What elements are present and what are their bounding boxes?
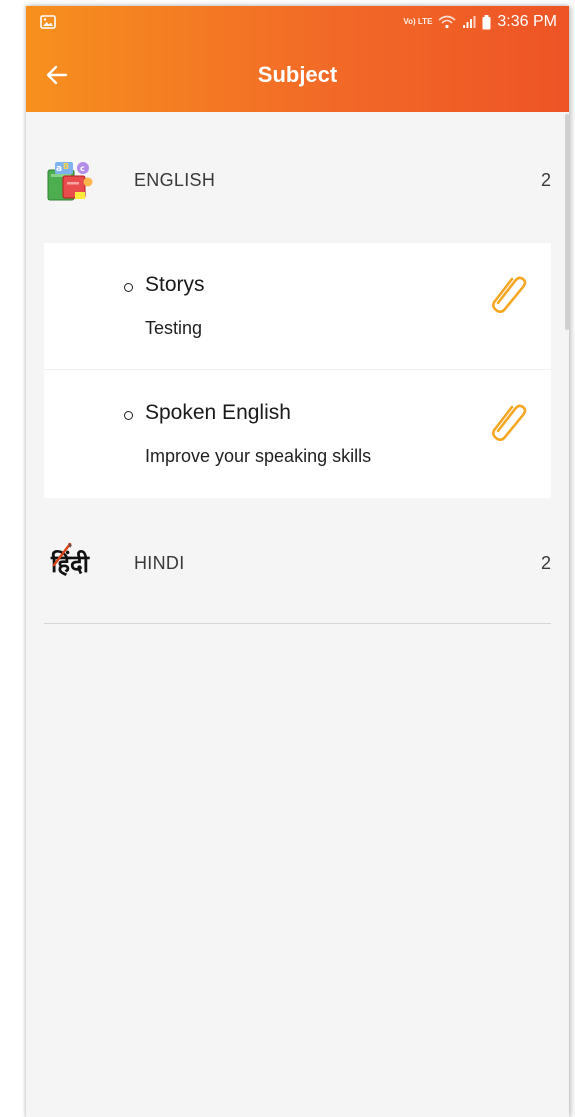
subject-name: ENGLISH	[134, 169, 216, 190]
attachment-icon[interactable]	[488, 397, 528, 441]
bullet-icon	[124, 411, 133, 420]
subject-row-english[interactable]: a B c ENGLISH 2	[44, 144, 551, 216]
books-icon: a B c	[44, 154, 96, 206]
battery-icon	[482, 14, 491, 29]
subject-count: 2	[540, 169, 551, 190]
topic-description: Testing	[145, 318, 203, 338]
subject-count: 2	[540, 552, 551, 573]
topic-description: Improve your speaking skills	[145, 446, 372, 466]
topic-item-storys[interactable]: Storys Testing	[44, 243, 551, 370]
topic-list: Storys Testing Spoken English Improve yo…	[44, 243, 551, 498]
wifi-icon	[438, 15, 456, 29]
brush-mark-icon	[52, 542, 72, 567]
topic-item-spoken-english[interactable]: Spoken English Improve your speaking ski…	[44, 371, 551, 498]
bullet-icon	[124, 283, 133, 292]
subject-name: HINDI	[134, 552, 185, 573]
status-bar: Vo) LTE 3:36 PM	[26, 6, 569, 38]
svg-text:c: c	[80, 164, 85, 173]
divider	[44, 623, 551, 624]
status-left	[40, 15, 56, 29]
scrollbar[interactable]	[565, 114, 569, 330]
status-time: 3:36 PM	[497, 13, 557, 30]
subject-row-hindi[interactable]: हिंदी HINDI 2	[44, 527, 551, 599]
topic-title: Storys	[145, 273, 205, 296]
back-button[interactable]	[42, 60, 72, 90]
status-right: Vo) LTE 3:36 PM	[403, 13, 557, 31]
attachment-icon[interactable]	[488, 269, 528, 313]
back-arrow-icon	[46, 65, 68, 85]
hindi-logo-icon: हिंदी	[44, 537, 96, 589]
topic-title: Spoken English	[145, 401, 291, 424]
app-bar: Subject	[26, 38, 569, 112]
network-label: Vo) LTE	[403, 17, 433, 26]
signal-icon	[463, 16, 476, 28]
device-screen: Vo) LTE 3:36 PM Subject a B c ENGLISH 2 …	[26, 6, 569, 1117]
subject-list: a B c ENGLISH 2 Storys Testing Spoken En…	[26, 112, 569, 1117]
page-title: Subject	[257, 62, 338, 87]
svg-text:a: a	[56, 164, 62, 174]
svg-text:B: B	[63, 162, 69, 171]
image-icon	[40, 15, 56, 29]
